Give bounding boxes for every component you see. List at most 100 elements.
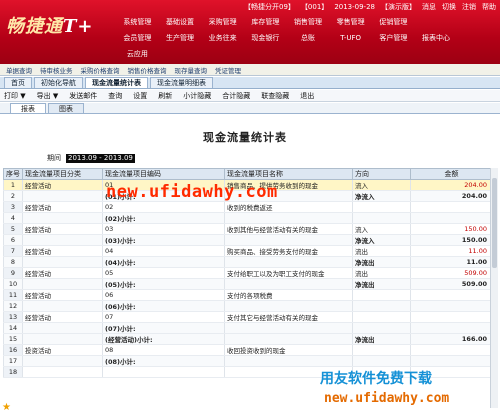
row-category: 经营活动 <box>22 245 103 257</box>
switch-link[interactable]: 切换 <box>442 2 456 13</box>
view-tabs: 报表 图表 <box>0 103 500 114</box>
quick-link-voucher[interactable]: 凭证管理 <box>215 65 241 75</box>
table-row[interactable]: 10 (05)小计: 净流出 509.00 <box>3 278 491 290</box>
messages-link[interactable]: 消息 <box>422 2 436 13</box>
row-seq: 10 <box>3 278 23 290</box>
menu-tufo[interactable]: T-UFO <box>329 32 372 44</box>
quick-link-doc-query[interactable]: 单据查询 <box>6 65 32 75</box>
quick-links-bar: 单据查询 待审核业务 采购价格查询 销售价格查询 现存量查询 凭证管理 <box>0 64 500 76</box>
row-direction <box>352 344 411 356</box>
menu-business[interactable]: 业务往来 <box>201 32 244 44</box>
menu-retail[interactable]: 零售管理 <box>329 16 372 28</box>
row-amount <box>410 311 491 323</box>
col-code[interactable]: 现金流量项目编码 <box>102 168 225 180</box>
quick-link-pending[interactable]: 待审核业务 <box>40 65 73 75</box>
row-category <box>22 300 103 312</box>
table-row[interactable]: 8 (04)小计: 净流出 11.00 <box>3 256 491 268</box>
query-button[interactable]: 查询 <box>108 91 122 101</box>
row-amount: 509.00 <box>410 267 491 279</box>
table-row[interactable]: 16 投资活动 08 收回投资收到的现金 <box>3 344 491 356</box>
row-direction <box>352 201 411 213</box>
refresh-button[interactable]: 刷新 <box>158 91 172 101</box>
row-amount: 150.00 <box>410 234 491 246</box>
row-name: 购买商品、接受劳务支付的现金 <box>224 245 353 257</box>
menu-promotion[interactable]: 促销管理 <box>372 16 415 28</box>
logo-mark: T+ <box>63 16 94 37</box>
row-code: 05 <box>102 267 225 279</box>
table-row[interactable]: 17 (08)小计: <box>3 355 491 367</box>
col-amount[interactable]: 金额 <box>410 168 491 180</box>
table-row[interactable]: 15 (经营活动)小计: 净流出 166.00 <box>3 333 491 345</box>
col-name[interactable]: 现金流量项目名称 <box>224 168 353 180</box>
menu-customer[interactable]: 客户管理 <box>372 32 415 44</box>
hide-total-button[interactable]: 合计隐藏 <box>222 91 250 101</box>
row-code: (02)小计: <box>102 212 225 224</box>
print-button[interactable]: 打印 ▼ <box>4 91 26 101</box>
quick-link-stock[interactable]: 现存量查询 <box>175 65 208 75</box>
menu-report-center[interactable]: 报表中心 <box>415 32 458 44</box>
help-link[interactable]: 帮助 <box>482 2 496 13</box>
export-button[interactable]: 导出 ▼ <box>37 91 59 101</box>
table-row[interactable]: 5 经营活动 03 收到其他与经营活动有关的现金 流入 150.00 <box>3 223 491 235</box>
menu-purchase[interactable]: 采购管理 <box>201 16 244 28</box>
scrollbar-thumb[interactable] <box>492 178 497 268</box>
table-row[interactable]: 11 经营活动 06 支付的各项税费 <box>3 289 491 301</box>
quick-link-purchase-price[interactable]: 采购价格查询 <box>81 65 120 75</box>
menu-cloud[interactable]: 云应用 <box>116 48 159 60</box>
tab-cashflow-detail[interactable]: 现金流量明细表 <box>150 77 213 88</box>
watermark-bottom-cn: 用友软件免费下载 <box>320 371 432 387</box>
table-row[interactable]: 12 (06)小计: <box>3 300 491 312</box>
row-seq: 15 <box>3 333 23 345</box>
row-category <box>22 190 103 202</box>
menu-basic[interactable]: 基础设置 <box>159 16 202 28</box>
row-code: (08)小计: <box>102 355 225 367</box>
exit-button[interactable]: 退出 <box>300 91 314 101</box>
send-mail-button[interactable]: 发送邮件 <box>69 91 97 101</box>
menu-production[interactable]: 生产管理 <box>159 32 202 44</box>
tab-chart[interactable]: 图表 <box>48 103 84 113</box>
menu-sales[interactable]: 销售管理 <box>287 16 330 28</box>
hide-subtotal-button[interactable]: 小计隐藏 <box>183 91 211 101</box>
table-row[interactable]: 3 经营活动 02 收到的税费返还 <box>3 201 491 213</box>
col-direction[interactable]: 方向 <box>352 168 411 180</box>
table-row[interactable]: 9 经营活动 05 支付给职工以及为职工支付的现金 流出 509.00 <box>3 267 491 279</box>
row-name <box>224 256 353 268</box>
row-category: 经营活动 <box>22 289 103 301</box>
menu-system[interactable]: 系统管理 <box>116 16 159 28</box>
row-amount: 11.00 <box>410 245 491 257</box>
linked-query-button[interactable]: 联查隐藏 <box>261 91 289 101</box>
table-row[interactable]: 7 经营活动 04 购买商品、接受劳务支付的现金 流出 11.00 <box>3 245 491 257</box>
row-code: 02 <box>102 201 225 213</box>
menu-cash-bank[interactable]: 现金银行 <box>244 32 287 44</box>
logout-link[interactable]: 注销 <box>462 2 476 13</box>
table-row[interactable]: 13 经营活动 07 支付其它与经营活动有关的现金 <box>3 311 491 323</box>
row-code: 07 <box>102 311 225 323</box>
tab-report[interactable]: 报表 <box>10 103 46 113</box>
settings-button[interactable]: 设置 <box>133 91 147 101</box>
tab-init-guide[interactable]: 初始化导航 <box>34 77 83 88</box>
star-icon: ★ <box>2 402 11 413</box>
row-category <box>22 355 103 367</box>
tab-home[interactable]: 首页 <box>4 77 32 88</box>
row-category <box>22 256 103 268</box>
row-direction <box>352 289 411 301</box>
table-row[interactable]: 4 (02)小计: <box>3 212 491 224</box>
menu-member[interactable]: 会员管理 <box>116 32 159 44</box>
row-code: 08 <box>102 344 225 356</box>
tab-cashflow-summary[interactable]: 现金流量统计表 <box>85 77 148 88</box>
vertical-scrollbar[interactable] <box>490 168 498 408</box>
table-row[interactable]: 6 (03)小计: 净流入 150.00 <box>3 234 491 246</box>
col-seq[interactable]: 序号 <box>3 168 23 180</box>
menu-ledger[interactable]: 总账 <box>287 32 330 44</box>
row-name: 支付的各项税费 <box>224 289 353 301</box>
row-amount <box>410 355 491 367</box>
quick-link-sales-price[interactable]: 销售价格查询 <box>128 65 167 75</box>
app-header: 畅捷通T+ 【畅捷分开09】 【001】 2013-09-28 【演示版】 消息… <box>0 0 500 64</box>
row-name <box>224 278 353 290</box>
row-seq: 11 <box>3 289 23 301</box>
col-category[interactable]: 现金流量项目分类 <box>22 168 103 180</box>
period-value[interactable]: 2013.09 - 2013.09 <box>66 153 135 163</box>
table-row[interactable]: 14 (07)小计: <box>3 322 491 334</box>
login-date: 2013-09-28 <box>334 3 375 11</box>
menu-inventory[interactable]: 库存管理 <box>244 16 287 28</box>
